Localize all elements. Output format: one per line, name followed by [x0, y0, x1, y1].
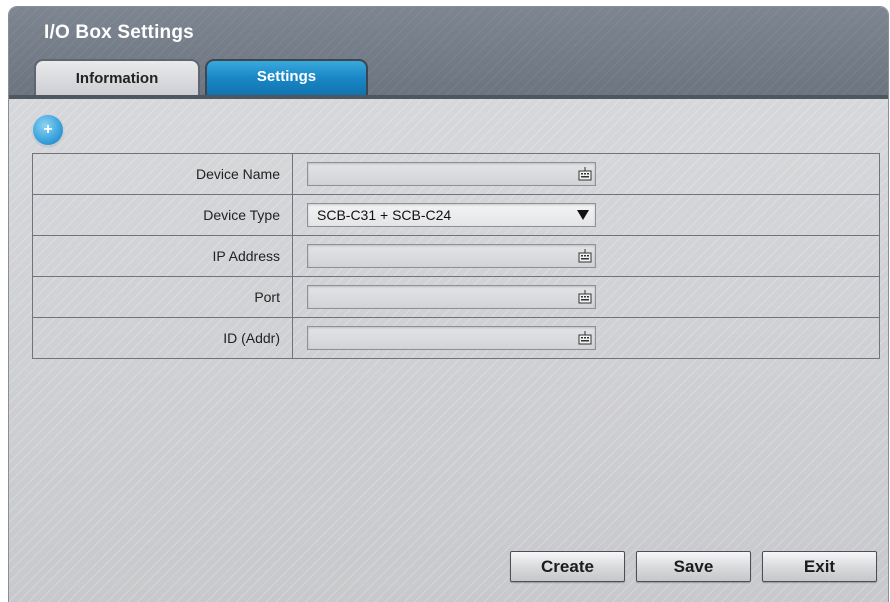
keyboard-icon[interactable] — [578, 289, 592, 304]
save-button[interactable]: Save — [636, 551, 751, 582]
dropdown-arrow-icon[interactable] — [577, 210, 589, 220]
form-row-device-name: Device Name — [32, 153, 880, 195]
port-field[interactable] — [307, 285, 596, 309]
form-row-id-addr: ID (Addr) — [32, 317, 880, 359]
add-device-button[interactable]: + — [33, 115, 63, 145]
device-type-value: SCB-C31 + SCB-C24 — [317, 207, 452, 223]
id-addr-input[interactable] — [308, 327, 574, 349]
port-label: Port — [32, 276, 293, 318]
keyboard-icon[interactable] — [578, 248, 592, 263]
title-bar: I/O Box Settings Information Settings — [9, 7, 888, 99]
plus-icon: + — [43, 121, 53, 138]
form-row-port: Port — [32, 276, 880, 318]
port-input[interactable] — [308, 286, 574, 308]
exit-button[interactable]: Exit — [762, 551, 877, 582]
ip-address-input[interactable] — [308, 245, 574, 267]
ip-address-label: IP Address — [32, 235, 293, 277]
device-type-select[interactable]: SCB-C31 + SCB-C24 — [307, 203, 596, 227]
tab-settings[interactable]: Settings — [205, 59, 368, 99]
id-addr-label: ID (Addr) — [32, 317, 293, 359]
tab-information[interactable]: Information — [34, 59, 200, 99]
keyboard-icon[interactable] — [578, 166, 592, 181]
window-title: I/O Box Settings — [44, 22, 194, 43]
device-name-field[interactable] — [307, 162, 596, 186]
ip-address-field[interactable] — [307, 244, 596, 268]
io-box-settings-window: I/O Box Settings Information Settings + … — [9, 7, 888, 602]
form-row-ip-address: IP Address — [32, 235, 880, 277]
device-settings-form: Device Name Device Type SCB-C31 + SCB-C2… — [32, 153, 880, 359]
form-row-device-type: Device Type SCB-C31 + SCB-C24 — [32, 194, 880, 236]
keyboard-icon[interactable] — [578, 330, 592, 345]
id-addr-field[interactable] — [307, 326, 596, 350]
tab-divider — [9, 95, 888, 99]
create-button[interactable]: Create — [510, 551, 625, 582]
device-name-label: Device Name — [32, 153, 293, 195]
device-type-label: Device Type — [32, 194, 293, 236]
device-name-input[interactable] — [308, 163, 574, 185]
